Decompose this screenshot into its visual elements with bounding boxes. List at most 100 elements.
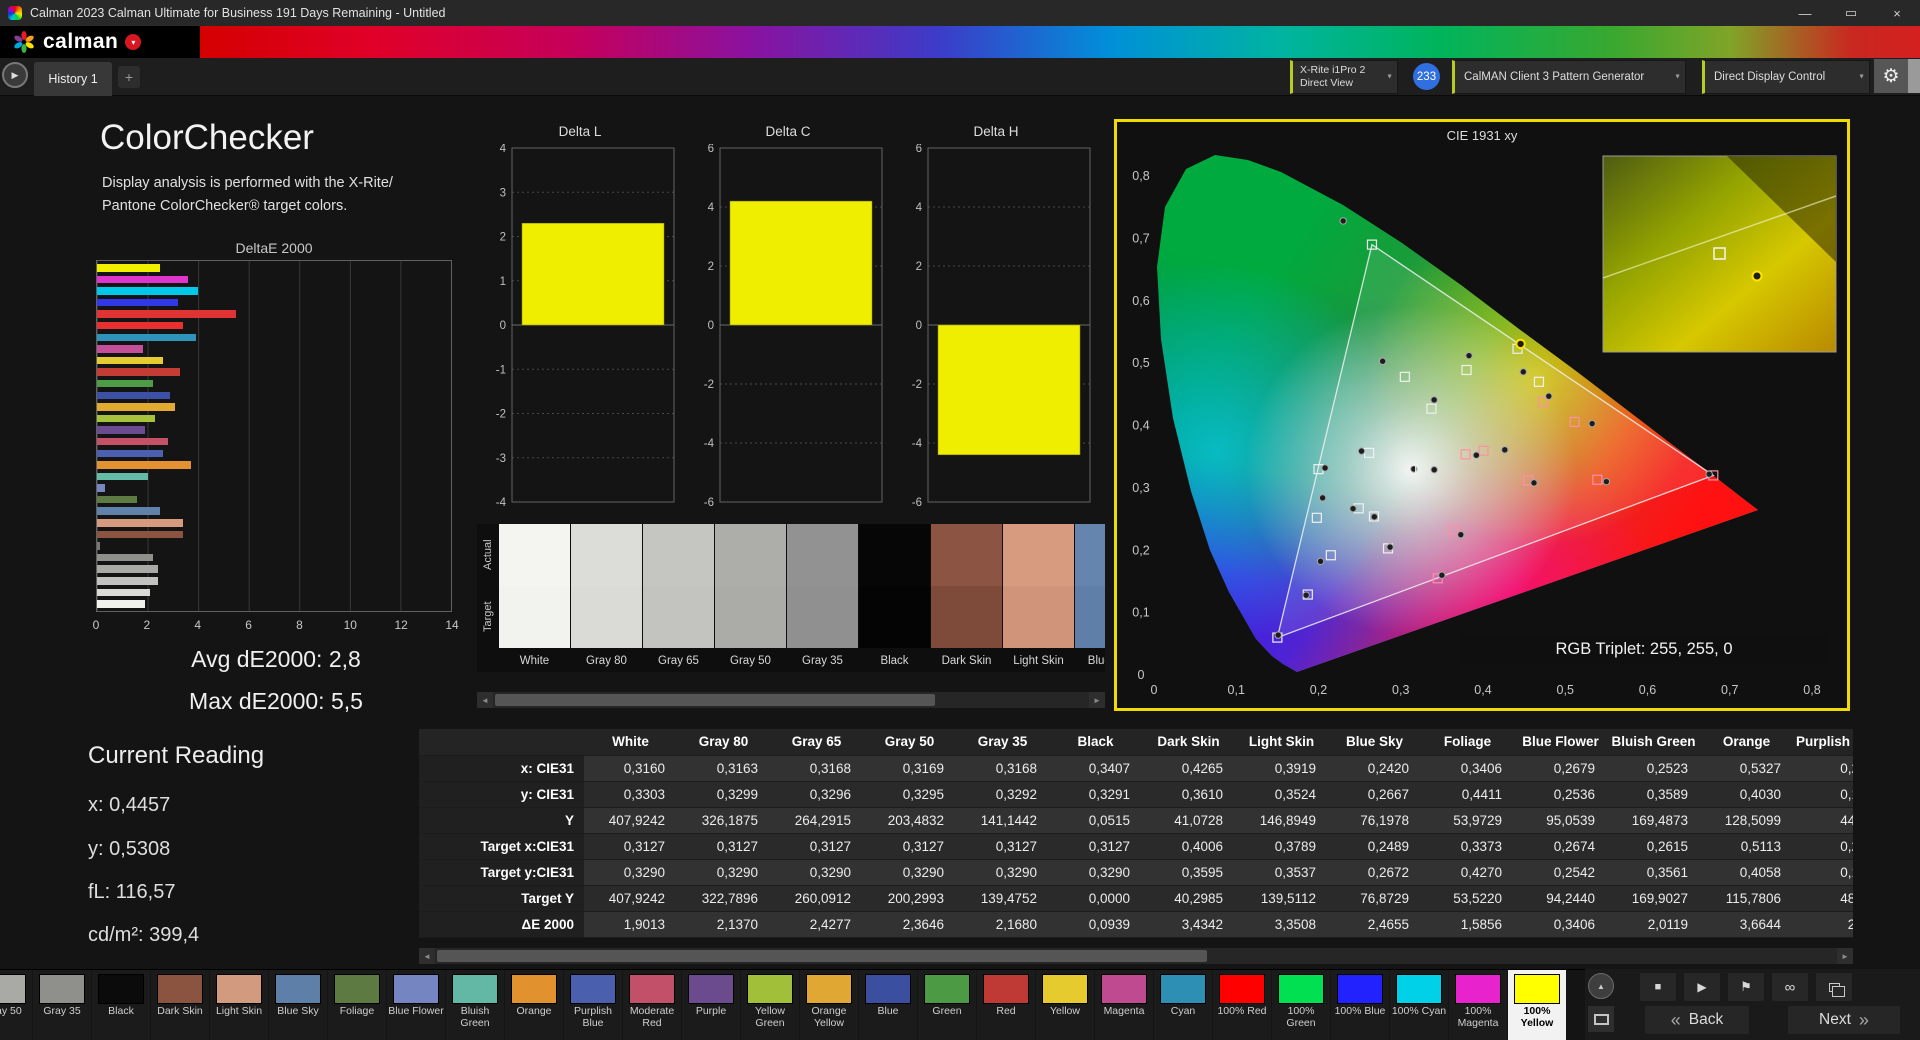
palette-item[interactable]: Purplish Blue <box>564 970 622 1040</box>
display-control-dropdown[interactable]: Direct Display Control ▼ <box>1702 60 1870 94</box>
swatch-label: Gray 50 <box>715 648 786 670</box>
chevron-down-icon: ▼ <box>1674 74 1681 81</box>
table-header-row: WhiteGray 80Gray 65Gray 50Gray 35BlackDa… <box>419 729 1853 755</box>
palette-item[interactable]: 100% Red <box>1213 970 1271 1040</box>
restore-button[interactable]: ▭ <box>1828 0 1874 26</box>
palette-item[interactable]: Light Skin <box>210 970 268 1040</box>
reading-fl: fL: 116,57 <box>88 881 175 904</box>
palette-item[interactable]: Blue Flower <box>387 970 445 1040</box>
swatch-column: Gray 50 <box>715 524 786 672</box>
column-header: Gray 35 <box>956 729 1049 755</box>
palette-item[interactable]: Black <box>92 970 150 1040</box>
column-header: Gray 65 <box>770 729 863 755</box>
table-cell: 48,00 <box>1793 885 1853 911</box>
palette-item[interactable]: 100% Cyan <box>1390 970 1448 1040</box>
flag-button[interactable]: ⚑ <box>1728 973 1764 1001</box>
palette-item[interactable]: Magenta <box>1095 970 1153 1040</box>
axis-tick: -4 <box>912 438 923 450</box>
tab-history-1[interactable]: History 1 <box>34 62 112 96</box>
scroll-right-arrow[interactable]: ► <box>1837 948 1853 964</box>
table-cell: 1,5856 <box>1421 911 1514 937</box>
palette-item[interactable]: Purple <box>682 970 740 1040</box>
delta-c-chart: Delta C 6420-2-4-6 <box>686 124 890 506</box>
meter-dropdown[interactable]: X-Rite i1Pro 2 Direct View ▼ <box>1290 60 1398 94</box>
scroll-left-arrow[interactable]: ◄ <box>477 692 493 708</box>
palette-item[interactable]: Cyan <box>1154 970 1212 1040</box>
scroll-right-arrow[interactable]: ► <box>1089 692 1105 708</box>
table-cell: 0,2672 <box>1328 859 1421 885</box>
table-cell: 141,1442 <box>956 807 1049 833</box>
palette-item[interactable]: Orange Yellow <box>800 970 858 1040</box>
palette-label: Foliage <box>340 1006 374 1018</box>
logo-dropdown-button[interactable]: ▾ <box>125 34 141 50</box>
table-cell: 2,0119 <box>1607 911 1700 937</box>
scroll-left-arrow[interactable]: ◄ <box>419 948 435 964</box>
logo-text: calman <box>43 30 118 54</box>
palette-item[interactable]: Orange <box>505 970 563 1040</box>
target-swatch <box>1003 586 1074 648</box>
add-tab-button[interactable]: + <box>118 66 140 88</box>
table-cell: 0,2536 <box>1514 781 1607 807</box>
target-swatch <box>715 586 786 648</box>
strip-scrollbar[interactable]: ◄ ► <box>477 692 1105 708</box>
clipped-edge-button[interactable] <box>1908 59 1920 93</box>
palette-label: Red <box>996 1006 1015 1018</box>
deltae-bar <box>97 380 153 388</box>
measured-point <box>1319 495 1325 501</box>
deltae-bar <box>97 589 150 597</box>
palette-item[interactable]: Blue <box>859 970 917 1040</box>
palette-item[interactable]: 100% Blue <box>1331 970 1389 1040</box>
duplicate-button[interactable] <box>1816 973 1852 1001</box>
palette-item[interactable]: Moderate Red <box>623 970 681 1040</box>
palette-item[interactable]: 100% Green <box>1272 970 1330 1040</box>
swatch-column: Blue Sky <box>1075 524 1105 672</box>
minimize-button[interactable]: — <box>1782 0 1828 26</box>
palette-item[interactable]: Green <box>918 970 976 1040</box>
scrollbar-thumb[interactable] <box>495 694 935 706</box>
delta-bar <box>730 201 872 325</box>
table-cell: 3,4342 <box>1142 911 1235 937</box>
next-button[interactable]: Next » <box>1788 1006 1900 1034</box>
palette-label: Green <box>932 1006 961 1018</box>
table-scrollbar[interactable]: ◄ ► <box>419 948 1853 964</box>
palette-item[interactable]: Bluish Green <box>446 970 504 1040</box>
page-title: ColorChecker <box>100 118 314 158</box>
palette-label: Dark Skin <box>157 1006 203 1018</box>
pattern-generator-dropdown[interactable]: CalMAN Client 3 Pattern Generator ▼ <box>1452 60 1686 94</box>
palette-item[interactable]: Red <box>977 970 1035 1040</box>
actual-swatch <box>859 524 930 586</box>
table-cell: 264,2915 <box>770 807 863 833</box>
deltae-bar <box>97 322 183 330</box>
palette-item[interactable]: 100% Yellow <box>1508 970 1566 1040</box>
palette-swatch <box>1278 974 1324 1004</box>
palette-item[interactable]: Foliage <box>328 970 386 1040</box>
stop-button[interactable]: ■ <box>1640 973 1676 1001</box>
settings-button[interactable]: ⚙ <box>1874 59 1908 93</box>
palette-item[interactable]: Blue Sky <box>269 970 327 1040</box>
palette-label: Yellow Green <box>741 1006 799 1029</box>
display-preview-button[interactable] <box>1588 1006 1614 1032</box>
palette-item[interactable]: Gray 35 <box>33 970 91 1040</box>
play-button[interactable]: ▶ <box>1684 973 1720 1001</box>
axis-tick: -1 <box>496 364 506 376</box>
palette-item[interactable]: 100% Magenta <box>1449 970 1507 1040</box>
cie-zoom-inset <box>1603 156 1836 352</box>
expand-up-button[interactable]: ▲ <box>1588 973 1614 999</box>
axis-tick: 4 <box>916 202 923 214</box>
palette-item[interactable]: Gray 50 <box>0 970 32 1040</box>
swatch-column: Light Skin <box>1003 524 1074 672</box>
scrollbar-thumb[interactable] <box>437 950 1207 962</box>
palette-item[interactable]: Yellow Green <box>741 970 799 1040</box>
axis-tick: 2 <box>708 261 714 273</box>
max-de2000: Max dE2000: 5,5 <box>86 688 466 715</box>
table-cell: 260,0912 <box>770 885 863 911</box>
palette-item[interactable]: Dark Skin <box>151 970 209 1040</box>
swatch-label: Black <box>859 648 930 670</box>
close-button[interactable]: × <box>1874 0 1920 26</box>
continuous-measure-button[interactable]: ∞ <box>1772 973 1808 1001</box>
panel-expand-button[interactable]: ▶ <box>2 62 28 88</box>
row-label: Target x:CIE31 <box>419 833 584 859</box>
palette-item[interactable]: Yellow <box>1036 970 1094 1040</box>
back-button[interactable]: « Back <box>1645 1006 1749 1034</box>
measured-point <box>1317 558 1323 564</box>
